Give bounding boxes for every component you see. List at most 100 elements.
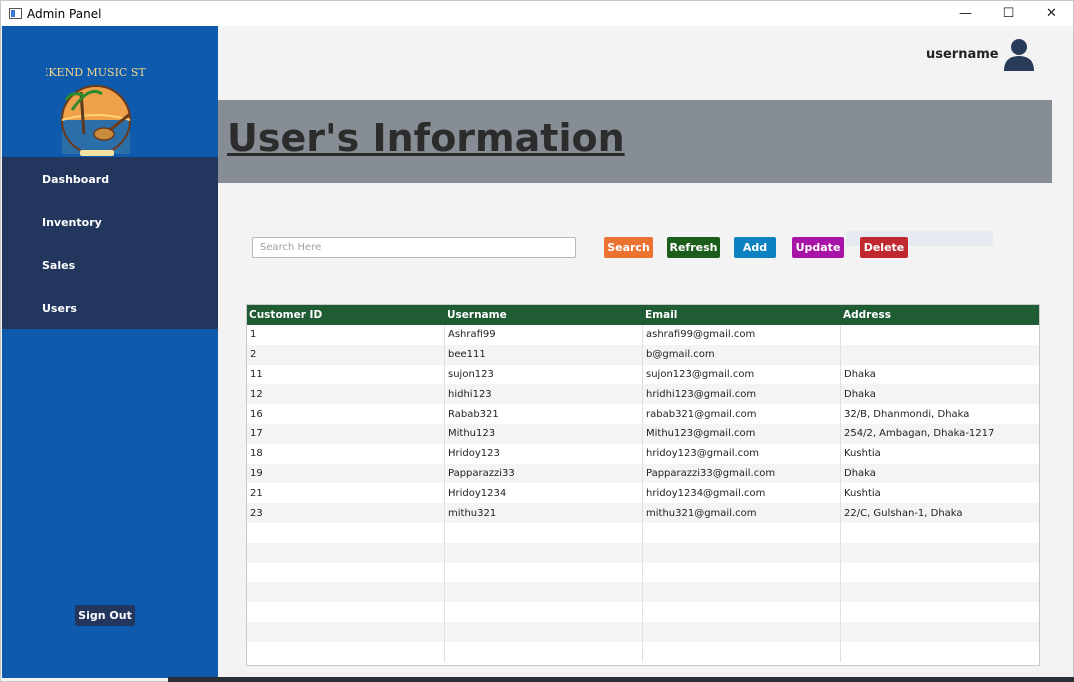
- cell-customer-id: 23: [247, 503, 445, 523]
- table-row[interactable]: 17 Mithu123 Mithu123@gmail.com 254/2, Ambag…: [247, 423, 1039, 444]
- cell-address: [841, 523, 1039, 543]
- add-button[interactable]: Add: [734, 237, 776, 258]
- cell-email: hridoy1234@gmail.com: [643, 483, 841, 504]
- cell-username: Mithu123: [445, 423, 643, 444]
- search-button[interactable]: Search: [604, 237, 653, 258]
- table-row[interactable]: 1 Ashrafi99 ashrafi99@gmail.com: [247, 325, 1039, 345]
- cell-username: [445, 562, 643, 583]
- cell-address: [841, 622, 1039, 642]
- table-row[interactable]: 11 sujon123 sujon123@gmail.com Dhaka: [247, 364, 1039, 385]
- cell-address: [841, 582, 1039, 602]
- sidebar-item-inventory[interactable]: Inventory: [42, 216, 102, 229]
- column-header-address[interactable]: Address: [841, 305, 1039, 325]
- cell-address: Dhaka: [844, 368, 876, 380]
- cell-username: Hridoy123: [445, 443, 643, 464]
- delete-button[interactable]: Delete: [860, 237, 908, 258]
- window-controls: — ☐ ✕: [944, 1, 1073, 26]
- cell-username: [445, 522, 643, 543]
- cell-address: [841, 602, 1039, 622]
- cell-email: [643, 582, 841, 603]
- cell-address: Dhaka: [844, 388, 876, 400]
- cell-username: Hridoy1234: [445, 483, 643, 504]
- cell-email: b@gmail.com: [643, 344, 841, 365]
- cell-username: [445, 542, 643, 563]
- cell-customer-id: 2: [247, 344, 445, 365]
- username-label: username: [926, 47, 999, 62]
- sidebar-nav: Dashboard Inventory Sales Users: [2, 157, 218, 329]
- window-title: Admin Panel: [27, 6, 102, 21]
- cell-username: hidhi123: [445, 384, 643, 405]
- cell-customer-id: 12: [247, 384, 445, 405]
- table-row[interactable]: [247, 542, 1039, 563]
- sidebar-item-sales[interactable]: Sales: [42, 259, 75, 272]
- cell-username: mithu321: [445, 503, 643, 523]
- cell-customer-id: 11: [247, 364, 445, 385]
- close-button[interactable]: ✕: [1030, 1, 1073, 26]
- cell-customer-id: 18: [247, 443, 445, 464]
- cell-address: 32/B, Dhanmondi, Dhaka: [844, 408, 970, 420]
- cell-customer-id: 17: [247, 423, 445, 444]
- column-header-customer-id[interactable]: Customer ID: [247, 305, 445, 325]
- cell-address: Kushtia: [844, 487, 881, 499]
- cell-address: Kushtia: [844, 448, 881, 460]
- table-row[interactable]: [247, 641, 1039, 662]
- table-row[interactable]: 23 mithu321 mithu321@gmail.com 22/C, Gulsha…: [247, 503, 1039, 523]
- cell-address: 254/2, Ambagan, Dhaka-1217: [844, 428, 995, 440]
- table-row[interactable]: 21 Hridoy1234 hridoy1234@gmail.com Kushtia: [247, 483, 1039, 504]
- cell-customer-id: [247, 582, 445, 603]
- cell-username: [445, 621, 643, 642]
- cell-address: [841, 325, 1039, 345]
- cell-email: [643, 602, 841, 622]
- table-row[interactable]: 16 Rabab321 rabab321@gmail.com 32/B, Dhanmo…: [247, 404, 1039, 424]
- cell-customer-id: [247, 641, 445, 662]
- cell-email: [643, 641, 841, 662]
- table-row[interactable]: [247, 582, 1039, 603]
- table-row[interactable]: [247, 621, 1039, 642]
- cell-email: [643, 621, 841, 642]
- cell-address: Dhaka: [844, 467, 876, 479]
- cell-email: [643, 562, 841, 583]
- sidebar-item-dashboard[interactable]: Dashboard: [42, 173, 109, 186]
- table-row[interactable]: 12 hidhi123 hridhi123@gmail.com Dhaka: [247, 384, 1039, 405]
- user-avatar-icon[interactable]: [1002, 37, 1036, 71]
- column-header-username[interactable]: Username: [445, 305, 643, 325]
- cell-customer-id: [247, 562, 445, 583]
- cell-email: rabab321@gmail.com: [643, 404, 841, 424]
- cell-address: [841, 345, 1039, 365]
- cell-customer-id: [247, 542, 445, 563]
- cell-username: [445, 602, 643, 622]
- app-window-icon: [9, 8, 22, 19]
- refresh-button[interactable]: Refresh: [667, 237, 720, 258]
- column-header-email[interactable]: Email: [643, 305, 841, 325]
- minimize-button[interactable]: —: [944, 1, 987, 26]
- page-title: User's Information: [227, 116, 625, 160]
- cell-username: [445, 582, 643, 603]
- cell-address: 22/C, Gulshan-1, Dhaka: [844, 507, 963, 519]
- cell-email: hridhi123@gmail.com: [643, 384, 841, 405]
- cell-customer-id: 16: [247, 404, 445, 424]
- sidebar-item-users[interactable]: Users: [42, 302, 77, 315]
- cell-email: Papparazzi33@gmail.com: [643, 463, 841, 484]
- sign-out-button[interactable]: Sign Out: [75, 605, 135, 626]
- cell-email: ashrafi99@gmail.com: [643, 325, 841, 345]
- cell-address: [841, 642, 1039, 662]
- table-row[interactable]: 19 Papparazzi33 Papparazzi33@gmail.com Dhak…: [247, 463, 1039, 484]
- cell-username: Papparazzi33: [445, 463, 643, 484]
- maximize-button[interactable]: ☐: [987, 1, 1030, 26]
- cell-username: Ashrafi99: [445, 325, 643, 345]
- update-button[interactable]: Update: [792, 237, 844, 258]
- table-row[interactable]: 2 bee111 b@gmail.com: [247, 344, 1039, 365]
- cell-customer-id: [247, 602, 445, 622]
- cell-customer-id: [247, 522, 445, 543]
- search-input[interactable]: [252, 237, 576, 258]
- cell-email: mithu321@gmail.com: [643, 503, 841, 523]
- cell-email: hridoy123@gmail.com: [643, 443, 841, 464]
- table-row[interactable]: [247, 562, 1039, 583]
- cell-customer-id: 1: [247, 325, 445, 345]
- table-row[interactable]: 18 Hridoy123 hridoy123@gmail.com Kushtia: [247, 443, 1039, 464]
- cell-email: [643, 542, 841, 563]
- table-row[interactable]: [247, 602, 1039, 622]
- table-row[interactable]: [247, 522, 1039, 543]
- cell-customer-id: 19: [247, 463, 445, 484]
- users-table: Customer ID Username Email Address 1 Ashr…: [246, 304, 1040, 666]
